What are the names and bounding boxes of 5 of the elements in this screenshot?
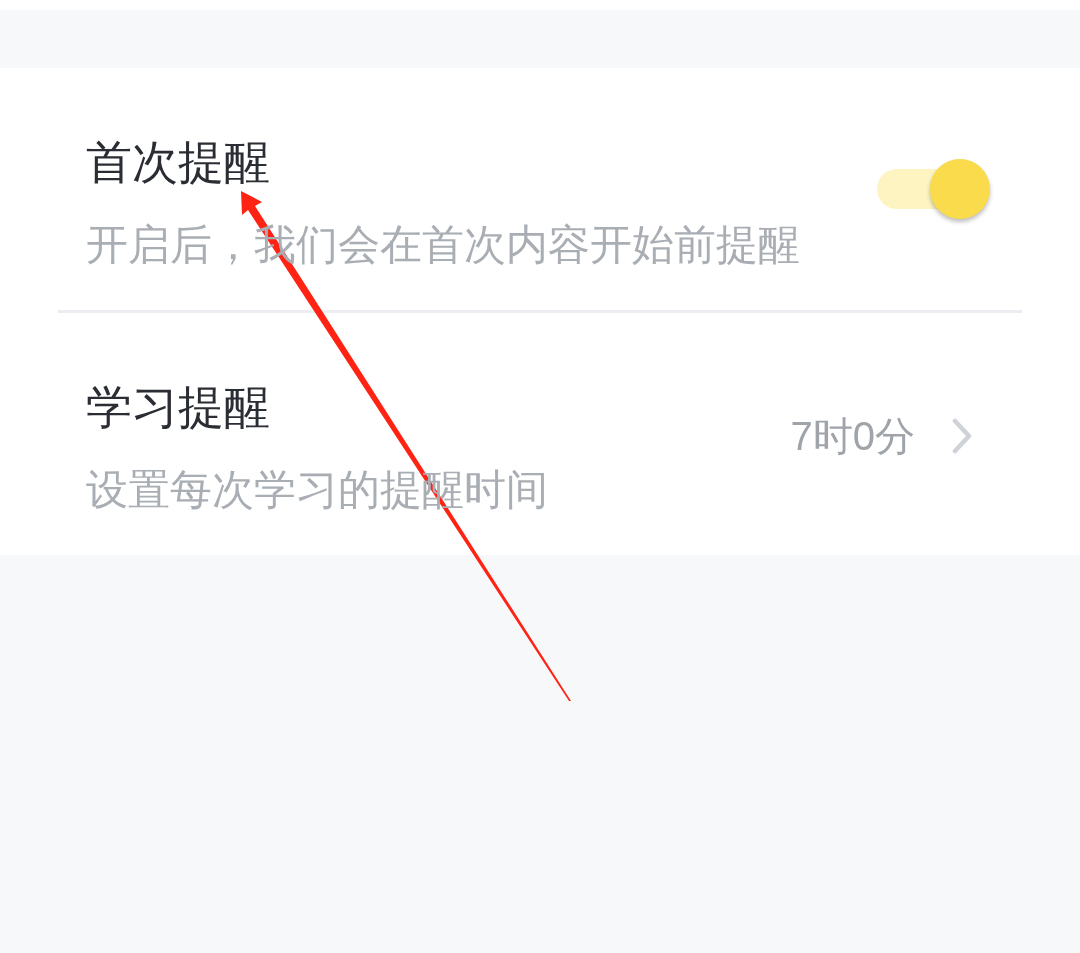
time-value[interactable]: 7时0分 bbox=[790, 409, 915, 462]
setting-title: 学习提醒 bbox=[86, 380, 270, 435]
chevron-right-icon bbox=[952, 417, 972, 454]
toggle-switch[interactable] bbox=[877, 159, 990, 219]
setting-title: 首次提醒 bbox=[86, 135, 270, 190]
